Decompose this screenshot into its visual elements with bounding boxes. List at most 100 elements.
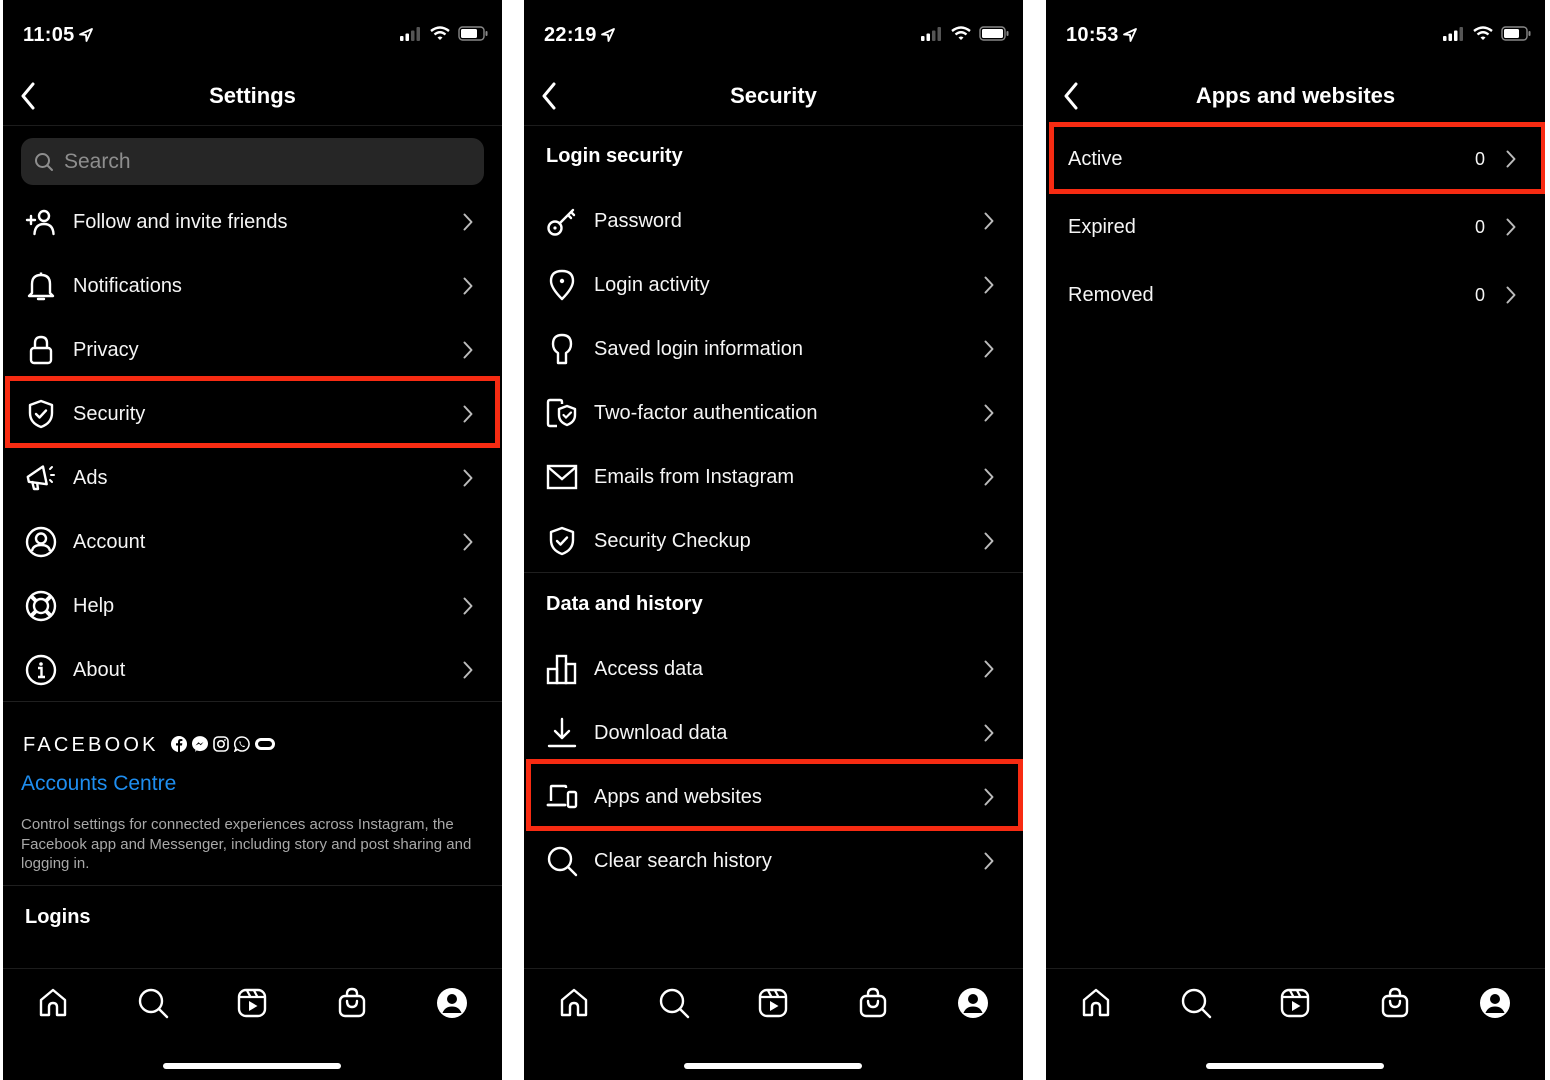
tab-home[interactable] xyxy=(554,983,594,1023)
apps-item-expired[interactable]: Expired 0 xyxy=(1046,195,1545,259)
apps-item-active[interactable]: Active 0 xyxy=(1046,127,1545,191)
security-item-two-factor[interactable]: Two-factor authentication xyxy=(524,381,1023,445)
settings-item-help[interactable]: Help xyxy=(3,574,502,638)
item-count: 0 xyxy=(1474,148,1485,169)
chevron-right-icon xyxy=(458,277,478,295)
chevron-right-icon xyxy=(458,213,478,231)
home-icon xyxy=(1082,988,1110,1017)
tab-profile[interactable] xyxy=(432,983,472,1023)
shield-check-icon xyxy=(23,396,59,432)
apps-websites-screen: 10:53 Apps and websites Active 0 Expired… xyxy=(1046,0,1545,1080)
settings-item-about[interactable]: About xyxy=(3,638,502,702)
item-label: Privacy xyxy=(73,338,139,361)
tab-search[interactable] xyxy=(1176,983,1216,1023)
wifi-icon xyxy=(951,26,971,40)
status-time: 11:05 xyxy=(23,24,75,46)
item-label: Security Checkup xyxy=(594,529,751,552)
search-input[interactable]: Search xyxy=(21,138,484,185)
tab-profile[interactable] xyxy=(1475,983,1515,1023)
bar-chart-icon xyxy=(544,651,580,687)
tab-bar xyxy=(524,968,1023,1080)
shop-icon xyxy=(339,987,366,1018)
security-item-checkup[interactable]: Security Checkup xyxy=(524,509,1023,573)
settings-item-ads[interactable]: Ads xyxy=(3,446,502,510)
tab-reels[interactable] xyxy=(232,983,272,1023)
item-label: Emails from Instagram xyxy=(594,465,795,488)
envelope-icon xyxy=(544,459,580,495)
item-label: Saved login information xyxy=(594,337,804,360)
security-item-emails[interactable]: Emails from Instagram xyxy=(524,445,1023,509)
tab-home[interactable] xyxy=(33,983,73,1023)
item-label: Removed xyxy=(1068,283,1154,306)
key-icon xyxy=(544,203,580,239)
tab-reels[interactable] xyxy=(1275,983,1315,1023)
chevron-right-icon xyxy=(458,405,478,423)
security-item-download-data[interactable]: Download data xyxy=(524,701,1023,765)
megaphone-icon xyxy=(23,460,59,496)
home-indicator xyxy=(163,1063,341,1069)
lock-icon xyxy=(23,332,59,368)
chevron-right-icon xyxy=(1501,150,1521,168)
settings-item-security[interactable]: Security xyxy=(3,382,502,446)
settings-item-privacy[interactable]: Privacy xyxy=(3,318,502,382)
section-heading-login-security: Login security xyxy=(546,145,683,167)
security-screen: 22:19 Security Login security Password L… xyxy=(524,0,1023,1080)
tab-shop[interactable] xyxy=(853,983,893,1023)
facebook-wordmark: FACEBOOK xyxy=(23,734,159,756)
item-label: Ads xyxy=(73,466,108,489)
status-bar: 10:53 xyxy=(1046,0,1545,70)
tab-search[interactable] xyxy=(133,983,173,1023)
item-count: 0 xyxy=(1474,216,1485,237)
security-item-password[interactable]: Password xyxy=(524,189,1023,253)
divider xyxy=(524,572,1023,573)
home-icon xyxy=(560,988,588,1017)
instagram-icon xyxy=(213,736,229,752)
status-bar: 22:19 xyxy=(524,0,1023,70)
item-label: Download data xyxy=(594,721,728,744)
tab-home[interactable] xyxy=(1076,983,1116,1023)
item-label: Clear search history xyxy=(594,849,772,872)
reels-icon xyxy=(238,988,267,1018)
tab-bar xyxy=(1046,968,1545,1080)
profile-icon xyxy=(1480,988,1511,1018)
settings-screen: 11:05 Settings Search Follow and invite … xyxy=(3,0,502,1080)
battery-icon xyxy=(1501,26,1531,41)
chevron-right-icon xyxy=(979,788,999,806)
security-item-saved-login[interactable]: Saved login information xyxy=(524,317,1023,381)
settings-item-account[interactable]: Account xyxy=(3,510,502,574)
signal-icon xyxy=(921,26,941,41)
tab-profile[interactable] xyxy=(953,983,993,1023)
nav-bar: Settings xyxy=(3,70,502,126)
section-heading-logins: Logins xyxy=(25,906,91,928)
item-label: Follow and invite friends xyxy=(73,210,288,233)
tab-reels[interactable] xyxy=(753,983,793,1023)
status-time: 22:19 xyxy=(544,24,597,46)
apps-item-removed[interactable]: Removed 0 xyxy=(1046,263,1545,327)
chevron-right-icon xyxy=(979,852,999,870)
chevron-right-icon xyxy=(979,276,999,294)
accounts-centre-description: Control settings for connected experienc… xyxy=(21,816,472,872)
security-item-clear-search[interactable]: Clear search history xyxy=(524,829,1023,893)
tab-search[interactable] xyxy=(654,983,694,1023)
bell-icon xyxy=(23,268,59,304)
security-item-login-activity[interactable]: Login activity xyxy=(524,253,1023,317)
tab-bar xyxy=(3,968,502,1080)
home-indicator xyxy=(684,1063,862,1069)
profile-icon xyxy=(437,988,468,1018)
chevron-right-icon xyxy=(458,533,478,551)
chevron-right-icon xyxy=(458,661,478,679)
wifi-icon xyxy=(430,26,450,40)
security-item-access-data[interactable]: Access data xyxy=(524,637,1023,701)
whatsapp-icon xyxy=(234,736,250,752)
settings-item-notifications[interactable]: Notifications xyxy=(3,254,502,318)
tab-shop[interactable] xyxy=(332,983,372,1023)
account-circle-icon xyxy=(23,524,59,560)
settings-item-follow-invite[interactable]: Follow and invite friends xyxy=(3,190,502,254)
chevron-right-icon xyxy=(458,341,478,359)
accounts-centre-link[interactable]: Accounts Centre xyxy=(21,772,176,796)
security-item-apps-websites[interactable]: Apps and websites xyxy=(524,765,1023,829)
tab-shop[interactable] xyxy=(1375,983,1415,1023)
item-label: About xyxy=(73,658,126,681)
item-label: Two-factor authentication xyxy=(594,401,818,424)
devices-icon xyxy=(544,779,580,815)
